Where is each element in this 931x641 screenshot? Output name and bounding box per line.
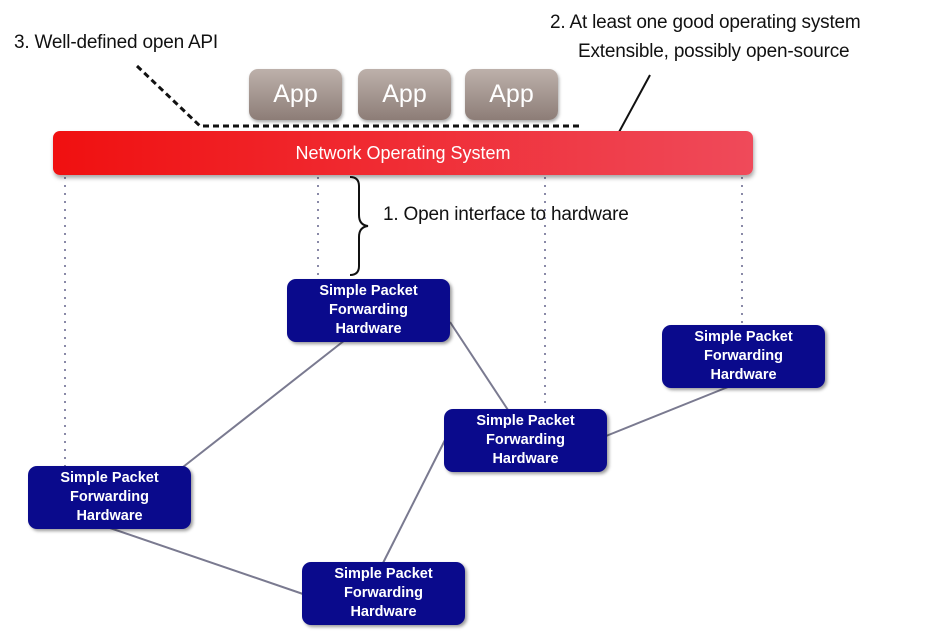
network-link	[449, 321, 509, 411]
hw-line: Hardware	[76, 508, 143, 524]
network-link	[605, 386, 729, 437]
hw-line: Hardware	[710, 367, 777, 383]
hw-line: Hardware	[492, 451, 559, 467]
hardware-node: Simple Packet Forwarding Hardware	[287, 279, 450, 342]
annotation-os-line1: 2. At least one good operating system	[550, 12, 861, 33]
hw-line: Simple Packet	[476, 413, 575, 429]
hardware-node: Simple Packet Forwarding Hardware	[662, 325, 825, 388]
hw-line: Forwarding	[344, 585, 423, 601]
hardware-node: Simple Packet Forwarding Hardware	[28, 466, 191, 529]
brace-icon	[349, 176, 369, 276]
annotation-api: 3. Well-defined open API	[14, 32, 218, 53]
network-link	[182, 339, 346, 468]
app-box: App	[358, 69, 451, 120]
network-operating-system-bar: Network Operating System	[53, 131, 753, 175]
hw-line: Hardware	[335, 321, 402, 337]
hw-line: Simple Packet	[694, 329, 793, 345]
hw-line: Hardware	[350, 604, 417, 620]
hw-line: Simple Packet	[60, 470, 159, 486]
hw-line: Forwarding	[486, 432, 565, 448]
annotation-os-line2: Extensible, possibly open-source	[578, 41, 850, 62]
hardware-node: Simple Packet Forwarding Hardware	[444, 409, 607, 472]
app-box: App	[465, 69, 558, 120]
hw-line: Simple Packet	[334, 566, 433, 582]
hw-line: Forwarding	[70, 489, 149, 505]
network-link	[109, 527, 304, 595]
hw-line: Simple Packet	[319, 283, 418, 299]
network-link	[382, 439, 446, 564]
hw-line: Forwarding	[704, 348, 783, 364]
app-box: App	[249, 69, 342, 120]
hardware-node: Simple Packet Forwarding Hardware	[302, 562, 465, 625]
annotation-hardware-interface: 1. Open interface to hardware	[383, 204, 629, 225]
hw-line: Forwarding	[329, 302, 408, 318]
